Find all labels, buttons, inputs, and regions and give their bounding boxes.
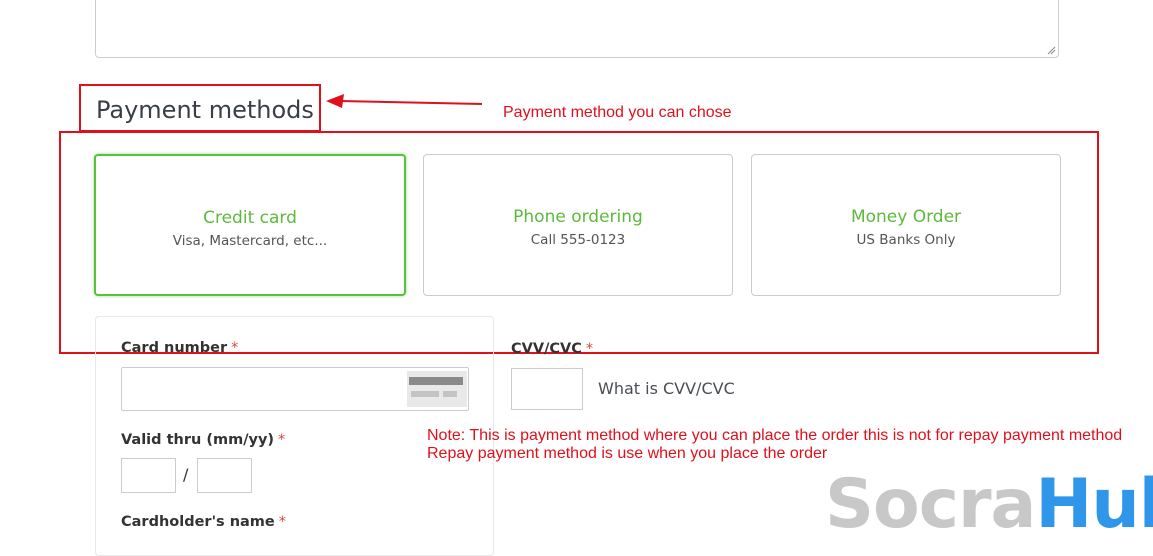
annotation-note-line1: Note: This is payment method where you c…	[427, 427, 1123, 444]
valid-thru-label: Valid thru (mm/yy) *	[121, 432, 286, 448]
card-number-label: Card number *	[121, 340, 239, 356]
method-subtitle: US Banks Only	[856, 232, 956, 248]
method-subtitle: Call 555-0123	[530, 232, 626, 248]
credit-card-icon	[407, 371, 467, 407]
card-number-input[interactable]	[121, 367, 469, 411]
cvv-input[interactable]	[511, 368, 583, 410]
cardholder-name-label: Cardholder's name *	[121, 514, 286, 530]
expiry-month-input[interactable]	[121, 458, 176, 493]
socrahub-watermark-logo: SocraHub	[825, 465, 1153, 544]
expiry-year-input[interactable]	[197, 458, 252, 493]
cvv-label: CVV/CVC *	[511, 341, 594, 357]
expiry-separator: /	[183, 465, 189, 484]
required-mark: *	[278, 514, 286, 530]
annotation-title-box	[79, 84, 321, 132]
method-subtitle: Visa, Mastercard, etc...	[172, 233, 328, 249]
annotation-arrow-icon	[326, 94, 483, 108]
method-card-money-order[interactable]: Money Order US Banks Only	[751, 154, 1061, 296]
required-mark: *	[278, 432, 286, 448]
method-name: Money Order	[850, 207, 962, 227]
comments-textarea[interactable]	[95, 0, 1059, 58]
required-mark: *	[585, 341, 594, 357]
method-card-phone-ordering[interactable]: Phone ordering Call 555-0123	[423, 154, 733, 296]
method-name: Phone ordering	[513, 207, 643, 227]
resize-grip-icon[interactable]	[1047, 46, 1056, 55]
method-card-credit-card[interactable]: Credit card Visa, Mastercard, etc...	[94, 154, 406, 296]
annotation-note-line2: Repay payment method is use when you pla…	[427, 445, 828, 462]
required-mark: *	[231, 340, 239, 356]
annotation-title-note: Payment method you can chose	[503, 104, 732, 121]
cvv-help-link[interactable]: What is CVV/CVC	[598, 379, 735, 398]
method-name: Credit card	[203, 208, 297, 228]
